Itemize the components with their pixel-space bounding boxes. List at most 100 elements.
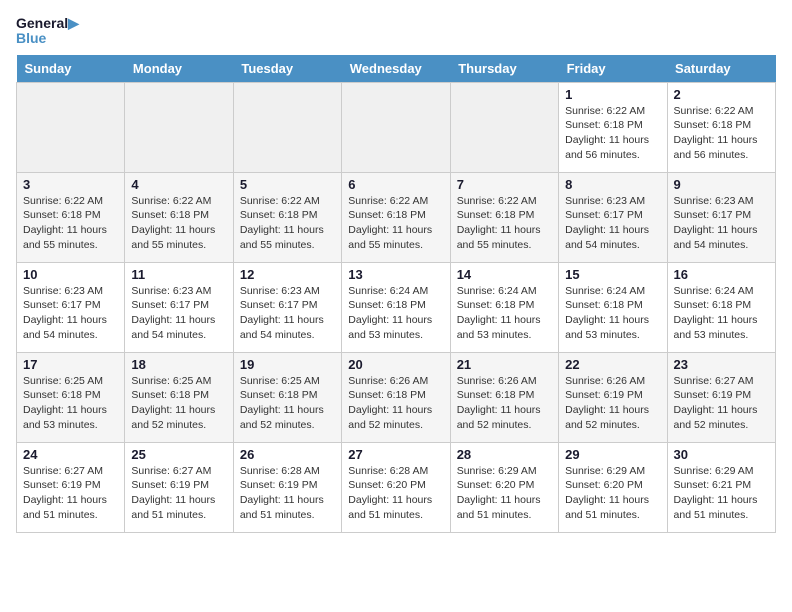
day-info: Sunrise: 6:26 AMSunset: 6:19 PMDaylight:…	[565, 374, 660, 433]
day-number: 4	[131, 177, 226, 192]
day-cell-11: 11Sunrise: 6:23 AMSunset: 6:17 PMDayligh…	[125, 262, 233, 352]
day-info: Sunrise: 6:24 AMSunset: 6:18 PMDaylight:…	[565, 284, 660, 343]
day-number: 21	[457, 357, 552, 372]
day-info: Sunrise: 6:24 AMSunset: 6:18 PMDaylight:…	[457, 284, 552, 343]
day-info: Sunrise: 6:25 AMSunset: 6:18 PMDaylight:…	[240, 374, 335, 433]
day-cell-13: 13 Sunrise: 6:24 AMSunset: 6:18 PMDayligh…	[342, 262, 450, 352]
day-cell-20: 20 Sunrise: 6:26 AMSunset: 6:18 PMDayligh…	[342, 352, 450, 442]
day-info: Sunrise: 6:25 AMSunset: 6:18 PMDaylight:…	[131, 374, 226, 433]
day-cell-28: 28 Sunrise: 6:29 AMSunset: 6:20 PMDayligh…	[450, 442, 558, 532]
empty-cell	[450, 82, 558, 172]
day-number: 28	[457, 447, 552, 462]
day-number: 23	[674, 357, 769, 372]
day-cell-27: 27Sunrise: 6:28 AMSunset: 6:20 PMDayligh…	[342, 442, 450, 532]
day-info: Sunrise: 6:29 AMSunset: 6:21 PMDaylight:…	[674, 464, 769, 523]
day-number: 29	[565, 447, 660, 462]
day-cell-15: 15 Sunrise: 6:24 AMSunset: 6:18 PMDayligh…	[559, 262, 667, 352]
day-number: 18	[131, 357, 226, 372]
weekday-row: SundayMondayTuesdayWednesdayThursdayFrid…	[17, 55, 776, 83]
calendar-header: SundayMondayTuesdayWednesdayThursdayFrid…	[17, 55, 776, 83]
day-cell-6: 6Sunrise: 6:22 AMSunset: 6:18 PMDaylight…	[342, 172, 450, 262]
day-info: Sunrise: 6:25 AMSunset: 6:18 PMDaylight:…	[23, 374, 118, 433]
day-cell-21: 21 Sunrise: 6:26 AMSunset: 6:18 PMDayligh…	[450, 352, 558, 442]
day-number: 11	[131, 267, 226, 282]
day-number: 26	[240, 447, 335, 462]
calendar-week-row: 3 Sunrise: 6:22 AMSunset: 6:18 PMDaylight…	[17, 172, 776, 262]
day-info: Sunrise: 6:23 AMSunset: 6:17 PMDaylight:…	[565, 194, 660, 253]
day-number: 15	[565, 267, 660, 282]
day-cell-4: 4 Sunrise: 6:22 AMSunset: 6:18 PMDaylight…	[125, 172, 233, 262]
calendar-week-row: 10Sunrise: 6:23 AMSunset: 6:17 PMDayligh…	[17, 262, 776, 352]
weekday-tuesday: Tuesday	[233, 55, 341, 83]
day-number: 25	[131, 447, 226, 462]
day-number: 20	[348, 357, 443, 372]
day-info: Sunrise: 6:22 AMSunset: 6:18 PMDaylight:…	[131, 194, 226, 253]
day-number: 3	[23, 177, 118, 192]
day-number: 19	[240, 357, 335, 372]
day-info: Sunrise: 6:24 AMSunset: 6:18 PMDaylight:…	[348, 284, 443, 343]
day-cell-24: 24 Sunrise: 6:27 AMSunset: 6:19 PMDayligh…	[17, 442, 125, 532]
day-number: 9	[674, 177, 769, 192]
weekday-saturday: Saturday	[667, 55, 775, 83]
day-info: Sunrise: 6:26 AMSunset: 6:18 PMDaylight:…	[457, 374, 552, 433]
empty-cell	[125, 82, 233, 172]
day-cell-23: 23 Sunrise: 6:27 AMSunset: 6:19 PMDayligh…	[667, 352, 775, 442]
day-number: 6	[348, 177, 443, 192]
day-number: 12	[240, 267, 335, 282]
day-number: 2	[674, 87, 769, 102]
day-cell-12: 12Sunrise: 6:23 AMSunset: 6:17 PMDayligh…	[233, 262, 341, 352]
day-number: 22	[565, 357, 660, 372]
calendar-week-row: 1 Sunrise: 6:22 AMSunset: 6:18 PMDaylight…	[17, 82, 776, 172]
day-number: 1	[565, 87, 660, 102]
day-number: 24	[23, 447, 118, 462]
day-cell-9: 9 Sunrise: 6:23 AMSunset: 6:17 PMDaylight…	[667, 172, 775, 262]
day-number: 7	[457, 177, 552, 192]
header: General▶ Blue	[16, 16, 776, 47]
day-cell-2: 2Sunrise: 6:22 AMSunset: 6:18 PMDaylight…	[667, 82, 775, 172]
day-cell-10: 10Sunrise: 6:23 AMSunset: 6:17 PMDayligh…	[17, 262, 125, 352]
day-cell-7: 7 Sunrise: 6:22 AMSunset: 6:18 PMDaylight…	[450, 172, 558, 262]
empty-cell	[342, 82, 450, 172]
day-cell-29: 29 Sunrise: 6:29 AMSunset: 6:20 PMDayligh…	[559, 442, 667, 532]
day-cell-3: 3 Sunrise: 6:22 AMSunset: 6:18 PMDaylight…	[17, 172, 125, 262]
day-number: 8	[565, 177, 660, 192]
day-info: Sunrise: 6:27 AMSunset: 6:19 PMDaylight:…	[131, 464, 226, 523]
calendar-week-row: 17Sunrise: 6:25 AMSunset: 6:18 PMDayligh…	[17, 352, 776, 442]
day-cell-1: 1 Sunrise: 6:22 AMSunset: 6:18 PMDaylight…	[559, 82, 667, 172]
day-cell-19: 19 Sunrise: 6:25 AMSunset: 6:18 PMDayligh…	[233, 352, 341, 442]
day-cell-8: 8 Sunrise: 6:23 AMSunset: 6:17 PMDaylight…	[559, 172, 667, 262]
day-info: Sunrise: 6:29 AMSunset: 6:20 PMDaylight:…	[565, 464, 660, 523]
day-info: Sunrise: 6:28 AMSunset: 6:19 PMDaylight:…	[240, 464, 335, 523]
day-info: Sunrise: 6:22 AMSunset: 6:18 PMDaylight:…	[23, 194, 118, 253]
day-number: 10	[23, 267, 118, 282]
weekday-monday: Monday	[125, 55, 233, 83]
day-cell-5: 5 Sunrise: 6:22 AMSunset: 6:18 PMDaylight…	[233, 172, 341, 262]
day-info: Sunrise: 6:22 AMSunset: 6:18 PMDaylight:…	[565, 104, 660, 163]
day-number: 16	[674, 267, 769, 282]
day-number: 27	[348, 447, 443, 462]
day-info: Sunrise: 6:29 AMSunset: 6:20 PMDaylight:…	[457, 464, 552, 523]
weekday-friday: Friday	[559, 55, 667, 83]
day-cell-26: 26 Sunrise: 6:28 AMSunset: 6:19 PMDayligh…	[233, 442, 341, 532]
day-cell-16: 16 Sunrise: 6:24 AMSunset: 6:18 PMDayligh…	[667, 262, 775, 352]
weekday-sunday: Sunday	[17, 55, 125, 83]
day-number: 5	[240, 177, 335, 192]
day-info: Sunrise: 6:22 AMSunset: 6:18 PMDaylight:…	[457, 194, 552, 253]
day-info: Sunrise: 6:23 AMSunset: 6:17 PMDaylight:…	[674, 194, 769, 253]
calendar-body: 1 Sunrise: 6:22 AMSunset: 6:18 PMDaylight…	[17, 82, 776, 532]
day-info: Sunrise: 6:26 AMSunset: 6:18 PMDaylight:…	[348, 374, 443, 433]
calendar-week-row: 24 Sunrise: 6:27 AMSunset: 6:19 PMDayligh…	[17, 442, 776, 532]
day-number: 14	[457, 267, 552, 282]
day-info: Sunrise: 6:27 AMSunset: 6:19 PMDaylight:…	[674, 374, 769, 433]
empty-cell	[17, 82, 125, 172]
day-number: 13	[348, 267, 443, 282]
weekday-wednesday: Wednesday	[342, 55, 450, 83]
day-info: Sunrise: 6:22 AMSunset: 6:18 PMDaylight:…	[240, 194, 335, 253]
day-cell-25: 25 Sunrise: 6:27 AMSunset: 6:19 PMDayligh…	[125, 442, 233, 532]
day-number: 30	[674, 447, 769, 462]
day-cell-14: 14 Sunrise: 6:24 AMSunset: 6:18 PMDayligh…	[450, 262, 558, 352]
day-info: Sunrise: 6:24 AMSunset: 6:18 PMDaylight:…	[674, 284, 769, 343]
day-info: Sunrise: 6:27 AMSunset: 6:19 PMDaylight:…	[23, 464, 118, 523]
day-cell-30: 30 Sunrise: 6:29 AMSunset: 6:21 PMDayligh…	[667, 442, 775, 532]
day-cell-18: 18 Sunrise: 6:25 AMSunset: 6:18 PMDayligh…	[125, 352, 233, 442]
